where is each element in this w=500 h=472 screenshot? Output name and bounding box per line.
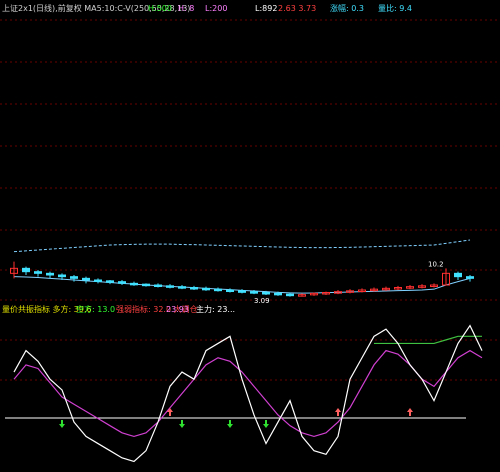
candle-body xyxy=(238,290,246,293)
candle-body xyxy=(118,281,126,284)
candle-body xyxy=(130,282,138,286)
candle-body xyxy=(82,277,90,281)
stock-chart: 10.23.09 xyxy=(0,0,500,472)
header-ratio-value: 涨幅: 0.3 xyxy=(330,4,364,13)
candle-body xyxy=(94,279,102,282)
candle-body xyxy=(178,286,186,289)
header-h-value: H:500 xyxy=(148,4,172,13)
candle-body xyxy=(214,288,222,292)
candle-body xyxy=(202,287,210,291)
candle-body xyxy=(70,276,78,279)
candle-body xyxy=(34,271,42,274)
chart-header: 上证2x1(日线),前复权 MA5:10:C-V(250,50,28,13) H… xyxy=(0,2,500,16)
candle-body xyxy=(106,280,114,283)
header-high-value: H: 8 xyxy=(178,4,195,13)
candle-body xyxy=(22,267,30,273)
oscillator-header: 量价共振指标 多方: 39.6 空方: 13.0 强弱指标: 32.0 大调仓 … xyxy=(0,303,500,317)
osc-label-4: 23.93 xyxy=(166,305,189,314)
candle-body xyxy=(142,283,150,287)
osc-label-2: 空方: 13.0 xyxy=(76,305,116,314)
candle-body xyxy=(454,272,462,278)
candle-body xyxy=(226,289,234,292)
header-low-value: L:200 xyxy=(205,4,228,13)
price-marker-top: 10.2 xyxy=(428,260,444,268)
candle-body xyxy=(250,291,258,294)
candle-body xyxy=(58,274,66,278)
osc-label-5: 主力: 23... xyxy=(196,305,236,314)
header-vol-value: 量比: 9.4 xyxy=(378,4,412,13)
candle-body xyxy=(46,272,54,276)
candle-body xyxy=(154,284,162,287)
header-last-value: L:892 xyxy=(255,4,278,13)
candle-body xyxy=(262,292,270,295)
candle-body xyxy=(466,276,474,279)
candle-body xyxy=(166,285,174,288)
header-change-value: 2.63 3.73 xyxy=(278,4,317,13)
candle-body xyxy=(190,287,198,290)
candle-body xyxy=(286,293,294,297)
candle-body xyxy=(274,292,282,296)
